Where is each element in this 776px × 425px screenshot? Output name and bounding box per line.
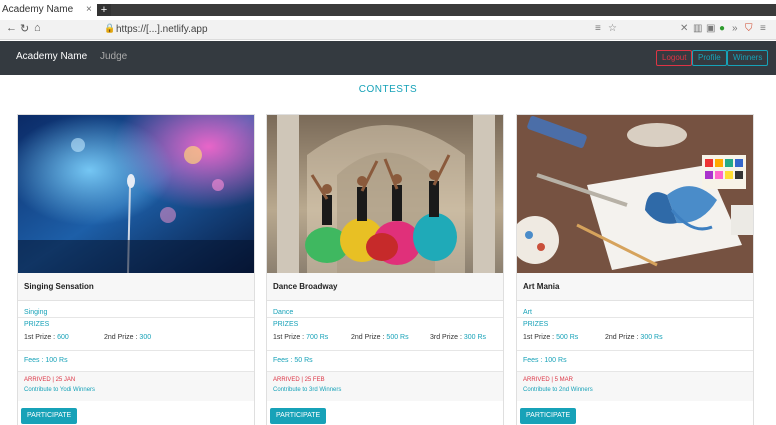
prize-value: 300 (139, 334, 152, 341)
prize-value: 300 Rs (463, 334, 487, 341)
divider (267, 317, 503, 318)
browser-tab-strip: Academy Name × + (0, 0, 776, 20)
prize-second: 2nd Prize : 300 (104, 334, 151, 341)
contest-card-dance: Dance Broadway Dance PRIZES 1st Prize : … (266, 114, 504, 425)
card-header: Art Mania (517, 273, 753, 301)
prize-second: 2nd Prize : 500 Rs (351, 334, 409, 341)
card-header: Singing Sensation (18, 273, 254, 301)
sidebar-icon[interactable]: ▣ (706, 23, 715, 34)
prize-value: 300 Rs (640, 334, 663, 341)
prize-label: 2nd Prize : (351, 334, 385, 341)
prize-label: 1st Prize : (273, 334, 305, 341)
lock-icon: 🔒 (104, 23, 116, 33)
prize-second: 2nd Prize : 300 Rs (605, 334, 663, 341)
divider (517, 350, 753, 351)
overflow-icon[interactable]: » (732, 23, 738, 34)
contribution-note: Contribute to Yodi Winners (24, 387, 96, 393)
contest-title[interactable]: Art Mania (523, 282, 559, 291)
card-header: Dance Broadway (267, 273, 503, 301)
extension-icon[interactable]: ✕ (680, 23, 688, 34)
prize-value: 500 Rs (556, 334, 579, 341)
url-input[interactable] (116, 22, 636, 37)
contest-image-concert (18, 115, 254, 273)
prize-third: 3rd Prize : 300 Rs (430, 334, 486, 341)
logout-button[interactable]: Logout (656, 50, 693, 66)
green-extension-icon[interactable]: ● (719, 23, 725, 34)
contribution-note: Contribute to 3rd Winners (273, 387, 342, 393)
card-footer (18, 371, 254, 401)
prize-label: 1st Prize : (24, 334, 56, 341)
contest-image-dancers (267, 115, 503, 273)
contest-category: Art (523, 309, 532, 316)
contest-deadline: ARRIVED | 25 FEB (273, 377, 325, 383)
tab-strip-background (111, 4, 776, 16)
contest-deadline: ARRIVED | 25 JAN (24, 377, 76, 383)
prize-first: 1st Prize : 700 Rs (273, 334, 328, 341)
participate-button[interactable]: PARTICIPATE (270, 408, 327, 424)
prize-label: 2nd Prize : (104, 334, 138, 341)
close-tab-icon[interactable]: × (86, 0, 92, 20)
address-bar-row: ← ↻ ⌂ 🔒 ≡ ☆ ✕ ▥ ▣ ● » ⛉ ≡ (0, 20, 776, 40)
bookmark-star-icon[interactable]: ☆ (608, 23, 617, 34)
prize-first: 1st Prize : 600 (24, 334, 69, 341)
browser-tab[interactable]: Academy Name (0, 0, 100, 20)
participate-button[interactable]: PARTICIPATE (21, 408, 78, 424)
contest-fees: Fees : 50 Rs (273, 357, 313, 364)
prize-value: 600 (57, 334, 69, 341)
prizes-label: PRIZES (523, 321, 549, 328)
card-footer (267, 371, 503, 401)
prize-label: 2nd Prize : (605, 334, 639, 341)
contest-card-art: Art Mania Art PRIZES 1st Prize : 500 Rs … (516, 114, 754, 425)
divider (267, 350, 503, 351)
prizes-label: PRIZES (24, 321, 50, 328)
home-icon[interactable]: ⌂ (34, 22, 41, 34)
prize-first: 1st Prize : 500 Rs (523, 334, 578, 341)
contest-card-singing: Singing Sensation Singing PRIZES 1st Pri… (17, 114, 255, 425)
new-tab-button[interactable]: + (97, 4, 111, 16)
page-title: CONTESTS (358, 84, 418, 95)
participate-button[interactable]: PARTICIPATE (520, 408, 577, 424)
contest-fees: Fees : 100 Rs (24, 357, 68, 364)
contest-category: Singing (24, 309, 48, 316)
library-icon[interactable]: ▥ (693, 23, 702, 34)
prize-label: 3rd Prize : (430, 334, 462, 341)
contest-title[interactable]: Dance Broadway (273, 282, 337, 291)
divider (18, 350, 254, 351)
divider (517, 317, 753, 318)
prizes-label: PRIZES (273, 321, 299, 328)
contest-category: Dance (273, 309, 294, 316)
prize-label: 1st Prize : (523, 334, 555, 341)
hamburger-menu-icon[interactable]: ≡ (760, 23, 766, 34)
contest-deadline: ARRIVED | 5 MAR (523, 377, 573, 383)
prize-value: 700 Rs (306, 334, 329, 341)
profile-button[interactable]: Profile (692, 50, 727, 66)
navbar-brand[interactable]: Academy Name (16, 51, 87, 62)
back-arrow-icon[interactable]: ← (6, 22, 17, 34)
app-navbar: Academy Name Judge Logout Profile Winner… (0, 41, 776, 75)
reload-icon[interactable]: ↻ (20, 22, 29, 35)
contest-fees: Fees : 100 Rs (523, 357, 567, 364)
prize-value: 500 Rs (386, 334, 409, 341)
shield-icon[interactable]: ⛉ (745, 23, 753, 34)
contribution-note: Contribute to 2nd Winners (523, 387, 593, 393)
contest-image-art-supplies (517, 115, 753, 273)
card-footer (517, 371, 753, 401)
browser-tab-title: Academy Name (2, 4, 74, 15)
winners-button[interactable]: Winners (727, 50, 769, 66)
divider (18, 317, 254, 318)
nav-link-judge[interactable]: Judge (100, 51, 127, 62)
menu-icon[interactable]: ≡ (595, 23, 601, 34)
contest-title[interactable]: Singing Sensation (24, 282, 94, 291)
